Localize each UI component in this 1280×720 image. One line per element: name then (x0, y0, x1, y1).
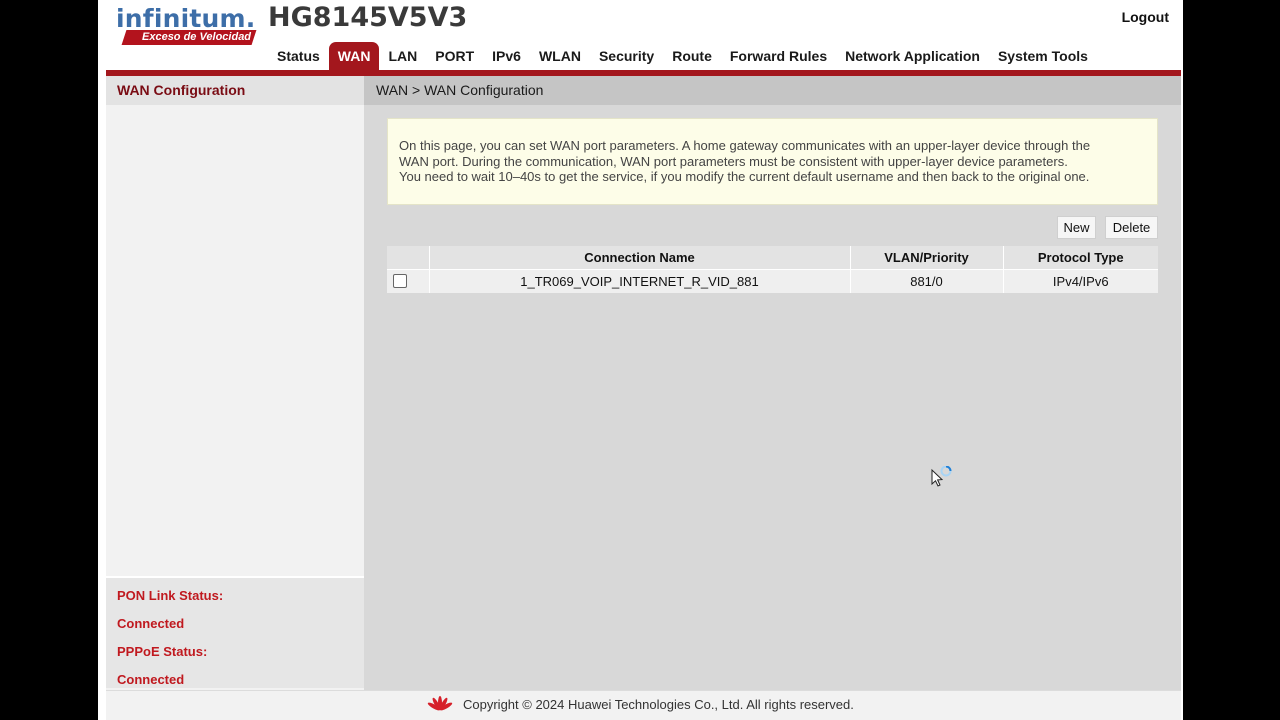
breadcrumb: WAN > WAN Configuration (364, 76, 1181, 105)
nav-tab-system-tools[interactable]: System Tools (989, 42, 1097, 71)
nav-tab-status[interactable]: Status (268, 42, 329, 71)
busy-cursor-icon (931, 466, 952, 487)
pon-status-label: PON Link Status: (117, 588, 224, 603)
huawei-logo-icon (427, 696, 453, 711)
cell-vlan-priority: 881/0 (850, 268, 1004, 293)
pon-status-value: Connected (117, 616, 185, 631)
main-nav: Status WAN LAN PORT IPv6 WLAN Security R… (268, 42, 1097, 71)
main-content: WAN > WAN Configuration On this page, yo… (364, 76, 1181, 690)
wan-connection-table: Connection Name VLAN/Priority Protocol T… (387, 246, 1158, 293)
info-notice: On this page, you can set WAN port param… (387, 118, 1158, 205)
header-protocol-type: Protocol Type (1003, 246, 1158, 269)
table-row[interactable]: 1_TR069_VOIP_INTERNET_R_VID_881 881/0 IP… (387, 268, 1158, 293)
pppoe-status-label: PPPoE Status: (117, 644, 208, 659)
nav-tab-network-application[interactable]: Network Application (836, 42, 989, 71)
nav-tab-wlan[interactable]: WLAN (530, 42, 590, 71)
row-checkbox[interactable] (393, 274, 407, 289)
notice-line-1: On this page, you can set WAN port param… (399, 138, 1091, 153)
cell-connection-name: 1_TR069_VOIP_INTERNET_R_VID_881 (429, 268, 851, 293)
cell-protocol-type: IPv4/IPv6 (1003, 268, 1158, 293)
router-admin-page: infinitum. Exceso de Velocidad HG8145V5V… (98, 0, 1183, 720)
link-status-panel: PON Link Status: Connected PPPoE Status:… (106, 576, 364, 688)
logout-link[interactable]: Logout (1122, 9, 1169, 25)
nav-tab-forward-rules[interactable]: Forward Rules (721, 42, 836, 71)
header: infinitum. Exceso de Velocidad HG8145V5V… (98, 0, 1183, 76)
device-model-title: HG8145V5V3 (268, 2, 468, 33)
footer: Copyright © 2024 Huawei Technologies Co.… (106, 690, 1181, 720)
header-vlan-priority: VLAN/Priority (850, 246, 1004, 269)
footer-content: Copyright © 2024 Huawei Technologies Co.… (427, 691, 854, 719)
logo-sub-banner: Exceso de Velocidad (121, 30, 257, 45)
notice-line-2: WAN port. During the communication, WAN … (399, 153, 1068, 169)
new-button[interactable]: New (1057, 216, 1096, 239)
logo-main-text: infinitum. (116, 4, 256, 33)
notice-line-3: You need to wait 10–40s to get the servi… (399, 169, 1090, 184)
row-select-cell (387, 268, 430, 293)
sidebar-item-wan-configuration[interactable]: WAN Configuration (106, 76, 364, 105)
infinitum-logo: infinitum. Exceso de Velocidad (116, 4, 258, 45)
copyright-text: Copyright © 2024 Huawei Technologies Co.… (463, 697, 854, 712)
nav-tab-port[interactable]: PORT (426, 42, 483, 71)
delete-button[interactable]: Delete (1105, 216, 1158, 239)
header-select (387, 246, 430, 269)
nav-tab-wan[interactable]: WAN (328, 42, 380, 71)
table-header-row: Connection Name VLAN/Priority Protocol T… (387, 246, 1158, 269)
nav-tab-ipv6[interactable]: IPv6 (483, 42, 530, 71)
nav-tab-security[interactable]: Security (590, 42, 663, 71)
logo-sub-text: Exceso de Velocidad (142, 31, 252, 43)
header-connection-name: Connection Name (429, 246, 851, 269)
nav-tab-route[interactable]: Route (663, 42, 721, 71)
nav-tab-lan[interactable]: LAN (379, 42, 426, 71)
sidebar: WAN Configuration PON Link Status: Conne… (106, 76, 364, 690)
